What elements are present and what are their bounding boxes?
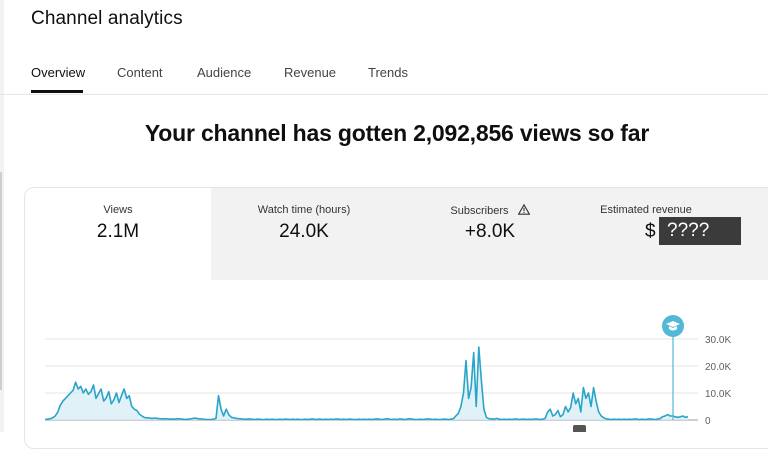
metric-views[interactable]: Views 2.1M bbox=[25, 188, 212, 280]
metric-label: Watch time (hours) bbox=[257, 204, 351, 216]
metric-value: +8.0K bbox=[464, 221, 516, 242]
metric-label-text: Subscribers bbox=[450, 205, 509, 217]
y-tick-label: 30.0K bbox=[705, 335, 731, 346]
views-line-chart: 30.0K 20.0K 10.0K 0 bbox=[44, 324, 731, 427]
metric-subscribers[interactable]: Subscribers +8.0K bbox=[397, 188, 584, 280]
tab-audience[interactable]: Audience bbox=[197, 65, 251, 80]
chart-event-marker[interactable] bbox=[573, 425, 586, 432]
total-views-headline: Your channel has gotten 2,092,856 views … bbox=[144, 120, 650, 146]
analytics-tabs: Overview Content Audience Revenue Trends bbox=[0, 58, 768, 95]
tab-content[interactable]: Content bbox=[117, 65, 163, 80]
revenue-currency: $ bbox=[645, 221, 656, 242]
page-title: Channel analytics bbox=[31, 8, 183, 29]
tab-revenue[interactable]: Revenue bbox=[284, 65, 336, 80]
warning-triangle-icon[interactable] bbox=[517, 203, 530, 218]
y-tick-label: 10.0K bbox=[705, 389, 731, 400]
revenue-redacted-value: ???? bbox=[659, 217, 741, 245]
y-tick-label: 20.0K bbox=[705, 362, 731, 373]
views-area-fill bbox=[45, 347, 688, 420]
metric-label: Views bbox=[103, 204, 133, 216]
y-tick-label: 0 bbox=[705, 416, 711, 427]
tab-trends[interactable]: Trends bbox=[368, 65, 408, 80]
metric-tabs: Views 2.1M Watch time (hours) 24.0K Subs… bbox=[25, 188, 768, 280]
metric-watch-time[interactable]: Watch time (hours) 24.0K bbox=[211, 188, 398, 280]
tab-overview[interactable]: Overview bbox=[31, 65, 85, 80]
active-tab-indicator bbox=[31, 90, 83, 93]
metric-estimated-revenue[interactable]: Estimated revenue $ ???? bbox=[583, 188, 768, 280]
left-panel-divider bbox=[0, 172, 2, 390]
metric-value: 24.0K bbox=[279, 221, 329, 242]
graduation-cap-icon[interactable] bbox=[662, 315, 684, 337]
metric-label: Estimated revenue bbox=[600, 204, 692, 216]
metric-value: 2.1M bbox=[96, 221, 140, 242]
